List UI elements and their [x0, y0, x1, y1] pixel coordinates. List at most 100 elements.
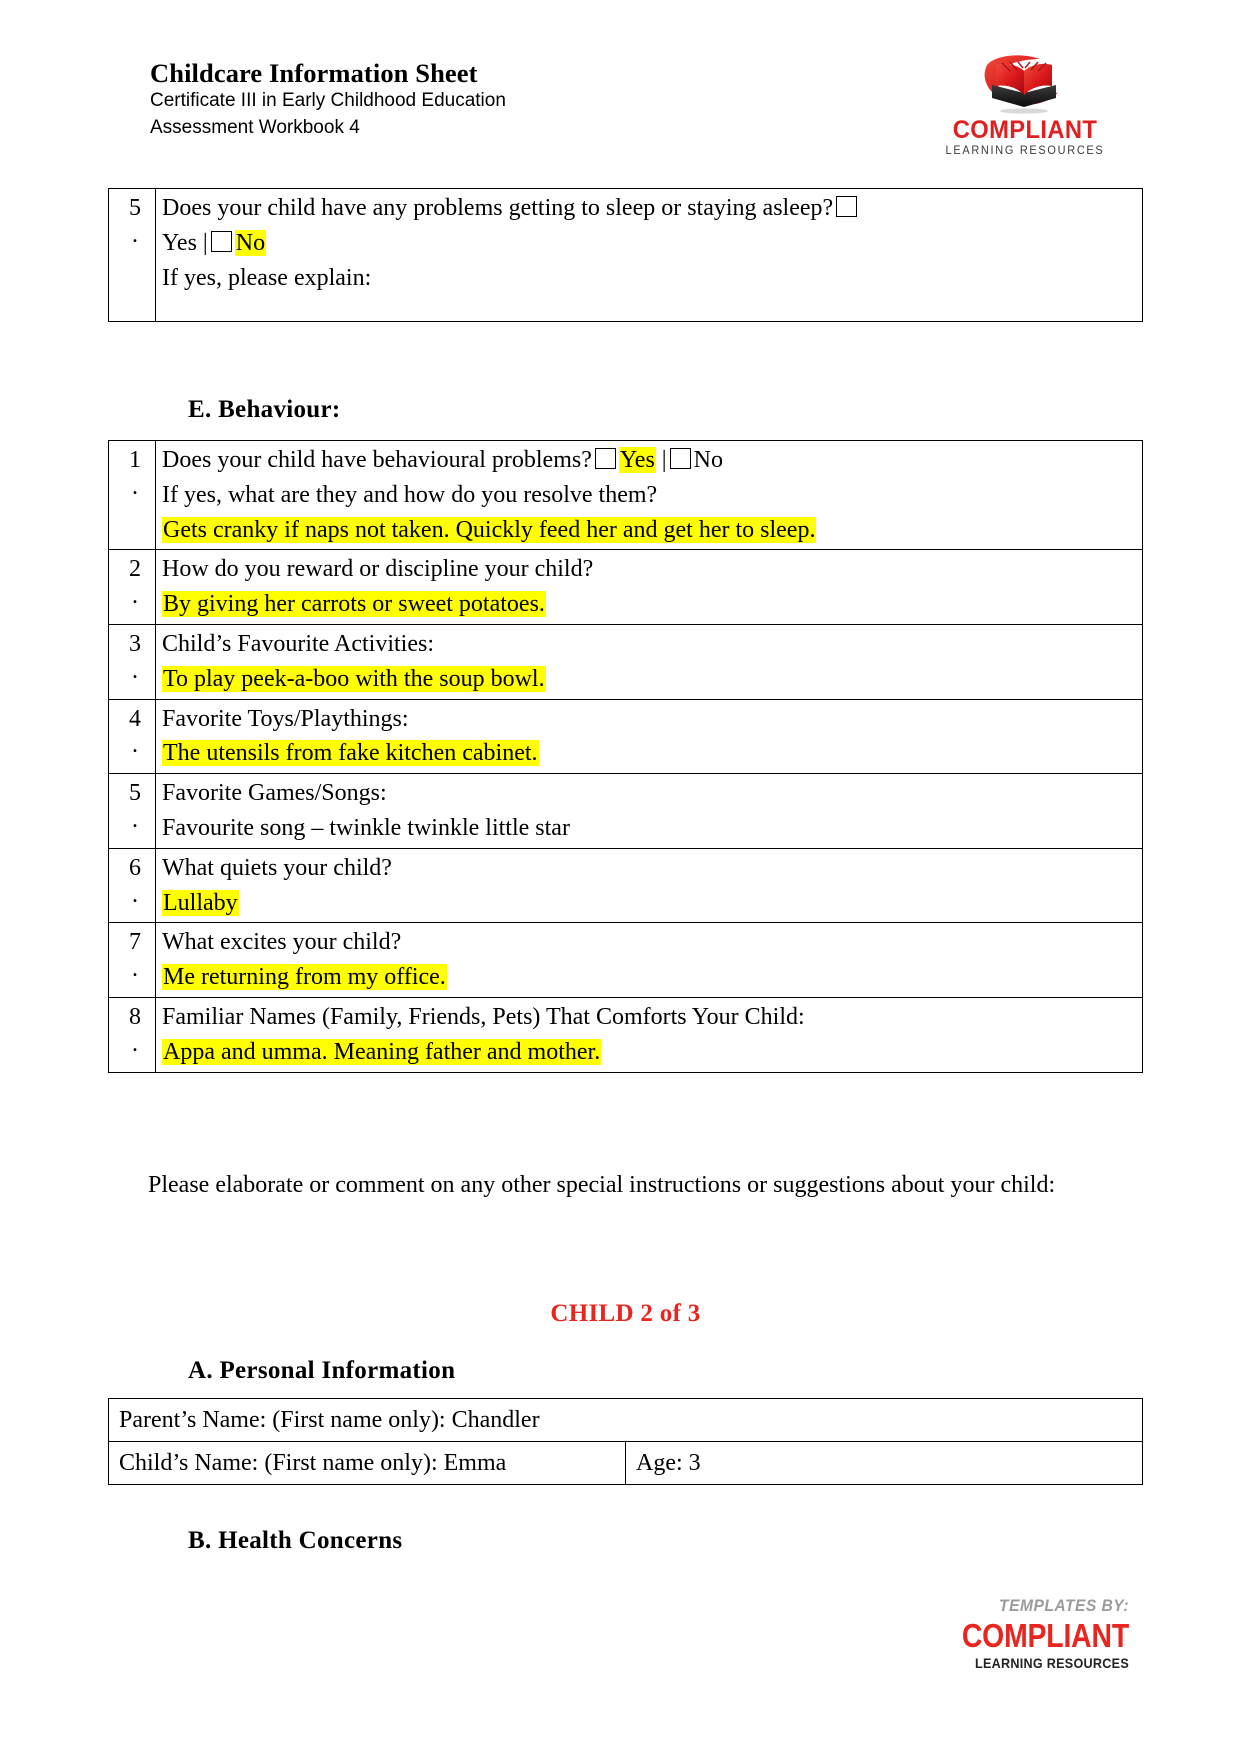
table-row: 5 . Favorite Games/Songs: Favourite song…: [108, 773, 1143, 849]
question-number-cell: 5 .: [108, 188, 156, 322]
table-row: 8 . Familiar Names (Family, Friends, Pet…: [108, 996, 1143, 1073]
table-row: 5 . Does your child have any problems ge…: [108, 188, 1143, 322]
table-row: Child’s Name: (First name only): Emma Ag…: [108, 1441, 1143, 1485]
question-number: 1: [129, 447, 141, 473]
logo-wordmark: COMPLIANT: [952, 116, 1098, 144]
behaviour-q2-answer: By giving her carrots or sweet potatoes.: [162, 591, 546, 618]
question-number-dot: .: [132, 806, 138, 833]
section-heading-personal-information: A. Personal Information: [188, 1357, 456, 1384]
question-number: 3: [129, 630, 141, 657]
question-number-dot: .: [132, 221, 138, 248]
sleep-no-label: No: [234, 229, 267, 256]
behaviour-q1-answer-line: Gets cranky if naps not taken. Quickly f…: [162, 513, 1142, 548]
open-book-swoosh-icon: [984, 55, 1058, 114]
section-heading-health-concerns: B. Health Concerns: [188, 1527, 403, 1554]
table-row: 7 . What excites your child? Me returnin…: [108, 922, 1143, 998]
table-row: 6 . What quiets your child? Lullaby: [108, 847, 1143, 924]
header-subtitle-course: Certificate III in Early Childhood Educa…: [150, 90, 506, 112]
behaviour-question-4-body: Favorite Toys/Playthings: The utensils f…: [155, 698, 1143, 775]
sleep-answer-checkbox[interactable]: [836, 196, 858, 217]
behaviour-q6-answer-line: Lullaby: [162, 886, 1142, 921]
behaviour-q4-answer: The utensils from fake kitchen cabinet.: [162, 740, 539, 767]
page-title: Childcare Information Sheet: [150, 58, 478, 88]
behaviour-question-1-body: Does your child have behavioural problem…: [155, 439, 1143, 551]
question-number-cell: 7 .: [108, 922, 156, 998]
table-row: 1 . Does your child have behavioural pro…: [108, 439, 1143, 551]
behaviour-question-3-body: Child’s Favourite Activities: To play pe…: [155, 623, 1143, 700]
behaviour-q3-answer-line: To play peek-a-boo with the soup bowl.: [162, 662, 1142, 697]
question-number-cell: 8 .: [108, 996, 156, 1073]
question-number-cell: 3 .: [108, 623, 156, 700]
logo-tagline: LEARNING RESOURCES: [945, 145, 1105, 157]
behaviour-question-2-body: How do you reward or discipline your chi…: [155, 549, 1143, 625]
behaviour-q6-question: What quiets your child?: [162, 854, 392, 881]
behaviour-q2-answer-line: By giving her carrots or sweet potatoes.: [162, 587, 1142, 622]
behaviour-table: 1 . Does your child have behavioural pro…: [108, 439, 1143, 1073]
question-number: 4: [129, 705, 141, 732]
sleep-question-table: 5 . Does your child have any problems ge…: [108, 188, 1143, 322]
behaviour-q1-followup: If yes, what are they and how do you res…: [162, 481, 658, 508]
behaviour-question-5-body: Favorite Games/Songs: Favourite song – t…: [155, 773, 1143, 849]
behaviour-q6-answer: Lullaby: [162, 889, 239, 916]
question-number-dot: .: [132, 583, 138, 610]
header-subtitle-workbook: Assessment Workbook 4: [150, 117, 360, 139]
table-row: 4 . Favorite Toys/Playthings: The utensi…: [108, 698, 1143, 775]
child-name-cell: Child’s Name: (First name only): Emma: [108, 1441, 626, 1485]
behaviour-q7-question: What excites your child?: [162, 929, 402, 956]
behaviour-q1-question-line: Does your child have behavioural problem…: [162, 447, 723, 473]
behaviour-question-7-body: What excites your child? Me returning fr…: [155, 922, 1143, 998]
footer-templates-by-label: TEMPLATES BY:: [999, 1596, 1129, 1615]
child-age-cell: Age: 3: [625, 1441, 1143, 1485]
behaviour-no-label: No: [693, 447, 723, 473]
child-banner: CHILD 2 of 3: [550, 1300, 701, 1327]
behaviour-question-6-body: What quiets your child? Lullaby: [155, 847, 1143, 924]
behaviour-q4-answer-line: The utensils from fake kitchen cabinet.: [162, 736, 1142, 771]
behaviour-no-checkbox[interactable]: [669, 448, 691, 469]
header-text-block: Childcare Information Sheet Certificate …: [150, 58, 506, 142]
behaviour-q3-question: Child’s Favourite Activities:: [162, 630, 434, 657]
document-footer: TEMPLATES BY: COMPLIANT LEARNING RESOURC…: [899, 1595, 1129, 1672]
behaviour-q4-question: Favorite Toys/Playthings:: [162, 705, 409, 732]
sleep-yes-label: Yes: [162, 229, 197, 256]
document-header: Childcare Information Sheet Certificate …: [150, 55, 1131, 168]
personal-information-table: Parent’s Name: (First name only): Chandl…: [108, 1398, 1143, 1485]
question-number: 7: [129, 929, 141, 956]
sleep-separator: |: [202, 229, 208, 256]
sleep-answer-line: Yes | No: [162, 226, 1142, 261]
question-number-cell: 2 .: [108, 549, 156, 625]
question-number: 2: [129, 556, 141, 583]
question-number: 5: [129, 195, 141, 221]
behaviour-q7-answer-line: Me returning from my office.: [162, 960, 1142, 995]
question-number: 5: [129, 780, 141, 807]
question-number-dot: .: [132, 657, 138, 684]
question-number-cell: 5 .: [108, 773, 156, 849]
question-number: 6: [129, 854, 141, 881]
question-number-cell: 4 .: [108, 698, 156, 775]
compliant-logo: COMPLIANT LEARNING RESOURCES: [925, 51, 1125, 160]
question-number-cell: 1 .: [108, 439, 156, 551]
behaviour-q2-question: How do you reward or discipline your chi…: [162, 556, 594, 583]
behaviour-yes-checkbox[interactable]: [594, 448, 616, 469]
behaviour-yes-label: Yes: [618, 447, 656, 473]
question-number-dot: .: [132, 881, 138, 908]
sleep-no-checkbox[interactable]: [210, 230, 232, 252]
section-heading-behaviour: E. Behaviour:: [188, 396, 341, 423]
question-number-dot: .: [132, 473, 138, 500]
document-page: Childcare Information Sheet Certificate …: [0, 0, 1241, 1754]
table-row: 2 . How do you reward or discipline your…: [108, 549, 1143, 625]
question-number-dot: .: [132, 956, 138, 983]
behaviour-separator: |: [661, 447, 667, 473]
footer-logo-tagline: LEARNING RESOURCES: [975, 1655, 1129, 1672]
behaviour-question-8-body: Familiar Names (Family, Friends, Pets) T…: [155, 996, 1143, 1073]
question-number-dot: .: [132, 732, 138, 759]
behaviour-q1-answer: Gets cranky if naps not taken. Quickly f…: [162, 516, 817, 543]
table-row: Parent’s Name: (First name only): Chandl…: [108, 1398, 1143, 1442]
behaviour-q8-answer: Appa and umma. Meaning father and mother…: [162, 1038, 602, 1065]
behaviour-q8-question: Familiar Names (Family, Friends, Pets) T…: [162, 1003, 805, 1030]
question-number-dot: .: [132, 1030, 138, 1057]
behaviour-q5-answer: Favourite song – twinkle twinkle little …: [162, 814, 570, 841]
question-number: 8: [129, 1003, 141, 1030]
footer-logo-wordmark: COMPLIANT: [961, 1616, 1129, 1654]
sleep-question-body: Does your child have any problems gettin…: [155, 188, 1143, 322]
behaviour-q3-answer: To play peek-a-boo with the soup bowl.: [162, 665, 546, 692]
